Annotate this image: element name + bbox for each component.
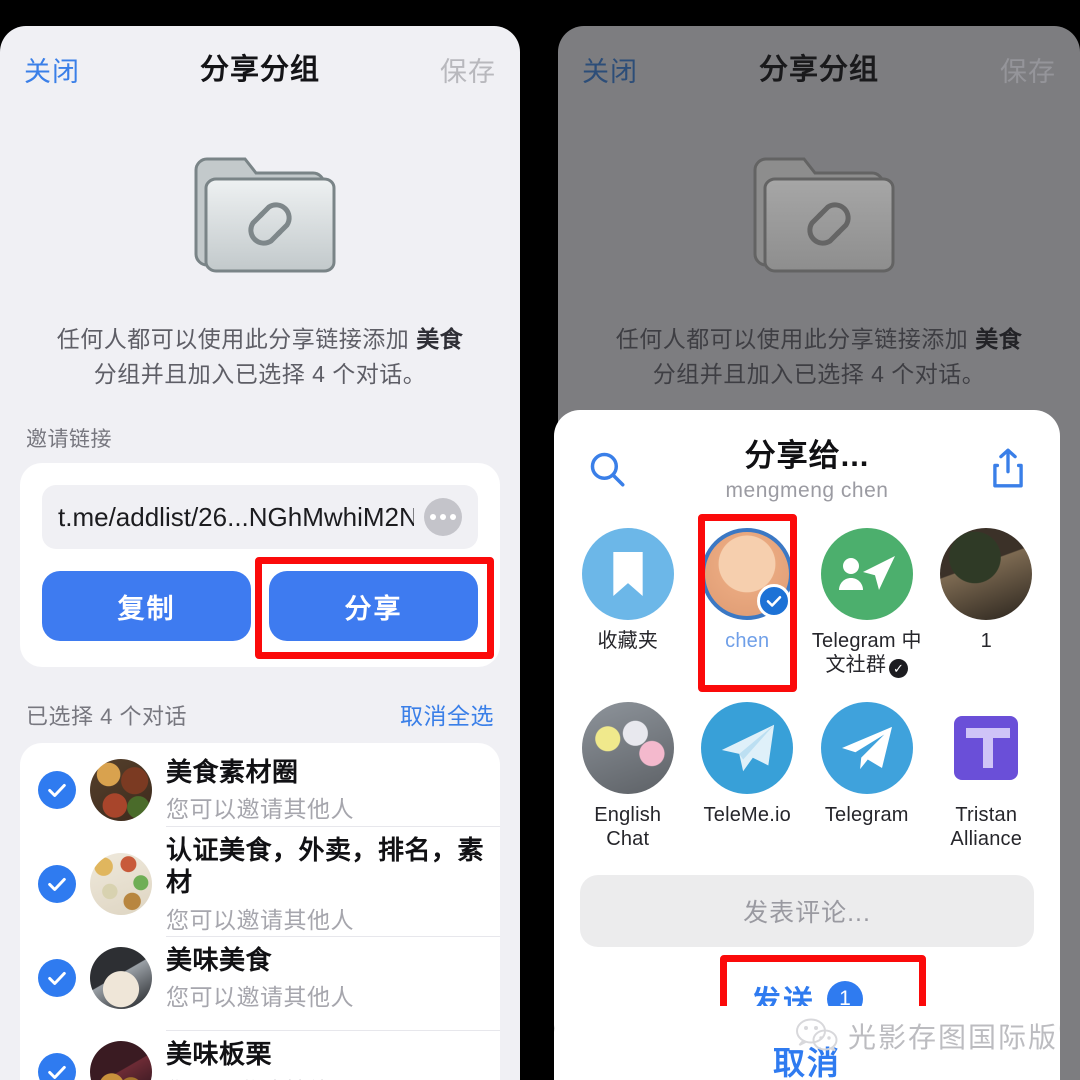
wechat-icon [795,1018,838,1052]
share-target-telegram-chinese[interactable]: Telegram 中文社群 ✓ [807,518,927,686]
avatar [701,528,794,620]
checkbox-checked-icon[interactable] [38,959,76,997]
deselect-all-button[interactable]: 取消全选 [400,697,494,731]
watermark-text: 光影存图国际版 [847,1023,1058,1054]
chat-info: 美食素材圈 您可以邀请其他人 [166,748,500,833]
avatar [940,528,1033,620]
folder-link-icon [558,136,1080,296]
watermark: 光影存图国际版 [794,1016,1058,1056]
chat-subtitle: 您可以邀请其他人 [166,796,354,823]
checkbox-checked-icon[interactable] [38,1053,76,1080]
group-icon [820,528,913,620]
share-action-sheet: 分享给... mengmeng chen 收藏夹 chen Telegram 中… [554,410,1060,1051]
chat-title: 美味板栗 [166,1038,273,1069]
chat-title: 认证美食，外卖，排名，素材 [166,834,485,898]
avatar [581,702,674,794]
chat-subtitle: 您可以邀请其他人 [166,906,354,933]
left-phone-panel: 关闭 分享分组 保存 任何人都可以使用此分享链接添加 美食 分组并且加入已选择 … [0,0,540,1080]
share-sheet-title: 分享给... [744,438,870,473]
table-row[interactable]: 美食素材圈 您可以邀请其他人 [20,743,500,837]
share-target-label: TeleMe.io [703,804,791,826]
avatar [90,853,152,915]
share-target-english-chat[interactable]: English Chat [568,692,688,859]
checkbox-checked-icon[interactable] [38,865,76,903]
share-target-saved-messages[interactable]: 收藏夹 [568,518,688,686]
share-sheet-header: 分享给... mengmeng chen [554,430,1060,518]
share-target-label: English Chat [594,804,662,850]
save-button[interactable]: 保存 [440,50,496,89]
screenshot-root: 关闭 分享分组 保存 任何人都可以使用此分享链接添加 美食 分组并且加入已选择 … [0,0,1080,1080]
share-target-label: 1 [980,630,992,652]
selection-header: 已选择 4 个对话 取消全选 [26,697,494,731]
ellipsis-icon[interactable] [424,498,462,536]
checkbox-checked-icon[interactable] [38,771,76,809]
share-target-label: 收藏夹 [597,630,659,652]
share-button[interactable]: 分享 [269,571,478,641]
avatar [90,947,152,1009]
chat-info: 美味板栗 您可以邀请其他人 [166,1029,500,1080]
folder-link-icon [0,136,520,296]
share-target-chen[interactable]: chen [688,514,808,692]
invite-link-card: t.me/addlist/26...NGhMwhiM2Nl 复制 分享 [20,463,500,667]
chat-info: 美味美食 您可以邀请其他人 [166,935,500,1021]
share-target-1[interactable]: 1 [927,518,1047,686]
share-target-telegram[interactable]: Telegram [807,692,927,859]
table-row[interactable]: 认证美食，外卖，排名，素材 您可以邀请其他人 [20,825,500,933]
table-row[interactable]: 美味板栗 您可以邀请其他人 [20,1025,500,1080]
share-export-icon[interactable] [986,446,1030,497]
share-sheet-subtitle: mengmeng chen [725,479,889,502]
share-target-teleme-io[interactable]: TeleMe.io [688,692,808,859]
chat-list: 美食素材圈 您可以邀请其他人 认证美食，外卖，排名，素材 您可以邀请其他人 美味… [20,743,500,1080]
right-phone-panel: 关闭 分享分组 保存 任何人都可以使用此分享链接添加 美食 分组并且加入已选择 … [540,0,1080,1080]
avatar [90,759,152,821]
chat-title: 美味美食 [166,944,273,975]
selected-check-icon [757,584,792,618]
book-icon [940,702,1032,794]
paper-plane-icon [701,702,794,794]
share-group-sheet: 关闭 分享分组 保存 任何人都可以使用此分享链接添加 美食 分组并且加入已选择 … [0,26,520,1080]
share-target-tristan-alliance[interactable]: Tristan Alliance [927,692,1047,859]
share-target-label: Telegram [824,804,909,826]
description-part1: 任何人都可以使用此分享链接添加 [56,326,417,352]
share-target-grid: 收藏夹 chen Telegram 中文社群 ✓ 1 English Chat … [554,514,1060,865]
chat-subtitle: 您可以邀请其他人 [166,1072,500,1080]
description-part1: 任何人都可以使用此分享链接添加 [615,326,976,352]
share-button-wrapper: 分享 [255,557,494,659]
invite-link-value: t.me/addlist/26...NGhMwhiM2Nl [58,501,414,532]
bookmark-icon [581,528,674,620]
navigation-bar: 关闭 分享分组 保存 [0,26,520,100]
invite-link-label: 邀请链接 [26,428,112,451]
share-target-label: chen [725,630,770,652]
verified-badge-icon: ✓ [889,659,909,678]
share-target-label: Telegram 中文社群 ✓ [811,630,922,678]
invite-link-field[interactable]: t.me/addlist/26...NGhMwhiM2Nl [42,485,478,549]
navigation-bar: 关闭 分享分组 保存 [558,26,1080,100]
selected-count-label: 已选择 4 个对话 [26,704,187,729]
description-part2: 分组并且加入已选择 4 个对话。 [93,360,427,387]
description-text: 任何人都可以使用此分享链接添加 美食 分组并且加入已选择 4 个对话。 [48,322,472,391]
telegram-icon [820,702,913,794]
comment-input[interactable]: 发表评论... [580,875,1034,947]
description-text: 任何人都可以使用此分享链接添加 美食 分组并且加入已选择 4 个对话。 [606,322,1032,391]
copy-button[interactable]: 复制 [42,571,251,641]
description-part2: 分组并且加入已选择 4 个对话。 [652,360,986,387]
chat-subtitle: 您可以邀请其他人 [166,984,354,1011]
description-group-name: 美食 [975,326,1023,352]
table-row[interactable]: 美味美食 您可以邀请其他人 [20,931,500,1025]
save-button[interactable]: 保存 [1000,50,1056,89]
chat-info: 认证美食，外卖，排名，素材 您可以邀请其他人 [166,825,500,943]
chat-title: 美食素材圈 [166,756,299,787]
avatar [90,1041,152,1080]
link-action-buttons: 复制 分享 [42,557,494,659]
description-group-name: 美食 [416,326,464,352]
search-icon[interactable] [586,448,628,495]
share-target-label: Tristan Alliance [950,804,1023,850]
